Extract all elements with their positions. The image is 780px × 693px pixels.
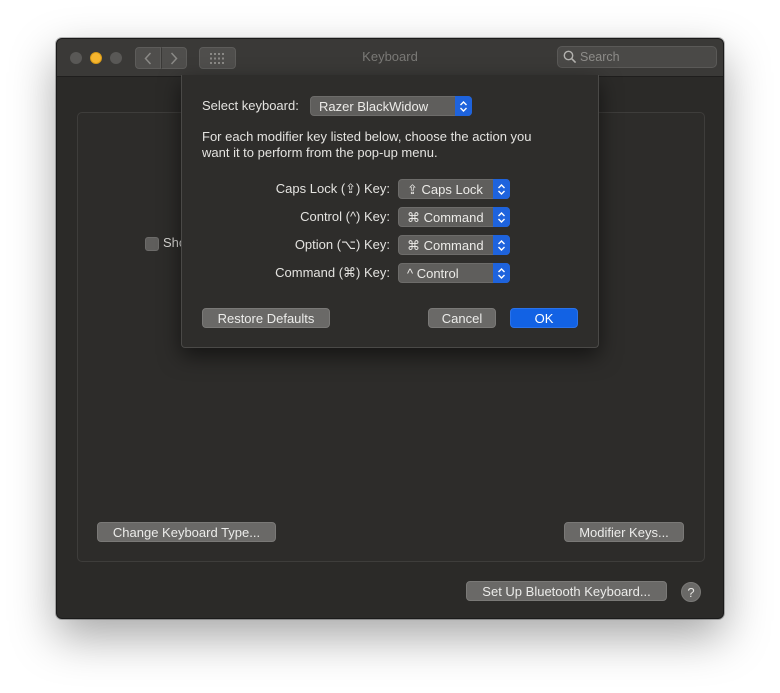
select-keyboard-label: Select keyboard: — [202, 98, 299, 113]
control-action-popup[interactable]: ⌘ Command — [398, 207, 510, 227]
show-keyboard-viewer-checkbox[interactable] — [145, 237, 159, 251]
select-keyboard-popup[interactable]: Razer BlackWidow — [310, 96, 472, 116]
up-down-chevron-icon — [493, 263, 510, 283]
restore-defaults-button[interactable]: Restore Defaults — [202, 308, 330, 328]
change-keyboard-type-button[interactable]: Change Keyboard Type... — [97, 522, 276, 542]
caps-lock-key-label: Caps Lock (⇪) Key: — [275, 181, 390, 196]
magnifier-icon — [563, 50, 577, 64]
option-action-popup[interactable]: ⌘ Command — [398, 235, 510, 255]
option-action-value: ⌘ Command — [407, 238, 484, 253]
command-key-label: Command (⌘) Key: — [275, 265, 390, 280]
set-up-bluetooth-keyboard-button[interactable]: Set Up Bluetooth Keyboard... — [466, 581, 667, 601]
modifier-keys-button[interactable]: Modifier Keys... — [564, 522, 684, 542]
selected-keyboard-value: Razer BlackWidow — [319, 99, 429, 114]
up-down-chevron-icon — [493, 207, 510, 227]
control-key-label: Control (^) Key: — [300, 209, 390, 224]
option-key-label: Option (⌥) Key: — [294, 237, 390, 252]
description-line-1: For each modifier key listed below, choo… — [202, 129, 532, 144]
up-down-chevron-icon — [493, 179, 510, 199]
command-action-value: ^ Control — [407, 266, 459, 281]
command-action-popup[interactable]: ^ Control — [398, 263, 510, 283]
up-down-chevron-icon — [493, 235, 510, 255]
search-placeholder: Search — [580, 50, 620, 64]
caps-lock-action-popup[interactable]: ⇪ Caps Lock — [398, 179, 510, 199]
description-line-2: want it to perform from the pop-up menu. — [202, 145, 438, 160]
control-action-value: ⌘ Command — [407, 210, 484, 225]
modifier-keys-sheet: Select keyboard: Razer BlackWidow For ea… — [181, 75, 599, 348]
cancel-button[interactable]: Cancel — [428, 308, 496, 328]
search-field[interactable]: Search — [557, 46, 717, 68]
title-bar: Keyboard Search — [57, 39, 723, 77]
caps-lock-action-value: ⇪ Caps Lock — [407, 182, 483, 197]
ok-button[interactable]: OK — [510, 308, 578, 328]
up-down-chevron-icon — [455, 96, 472, 116]
help-button[interactable]: ? — [681, 582, 701, 602]
